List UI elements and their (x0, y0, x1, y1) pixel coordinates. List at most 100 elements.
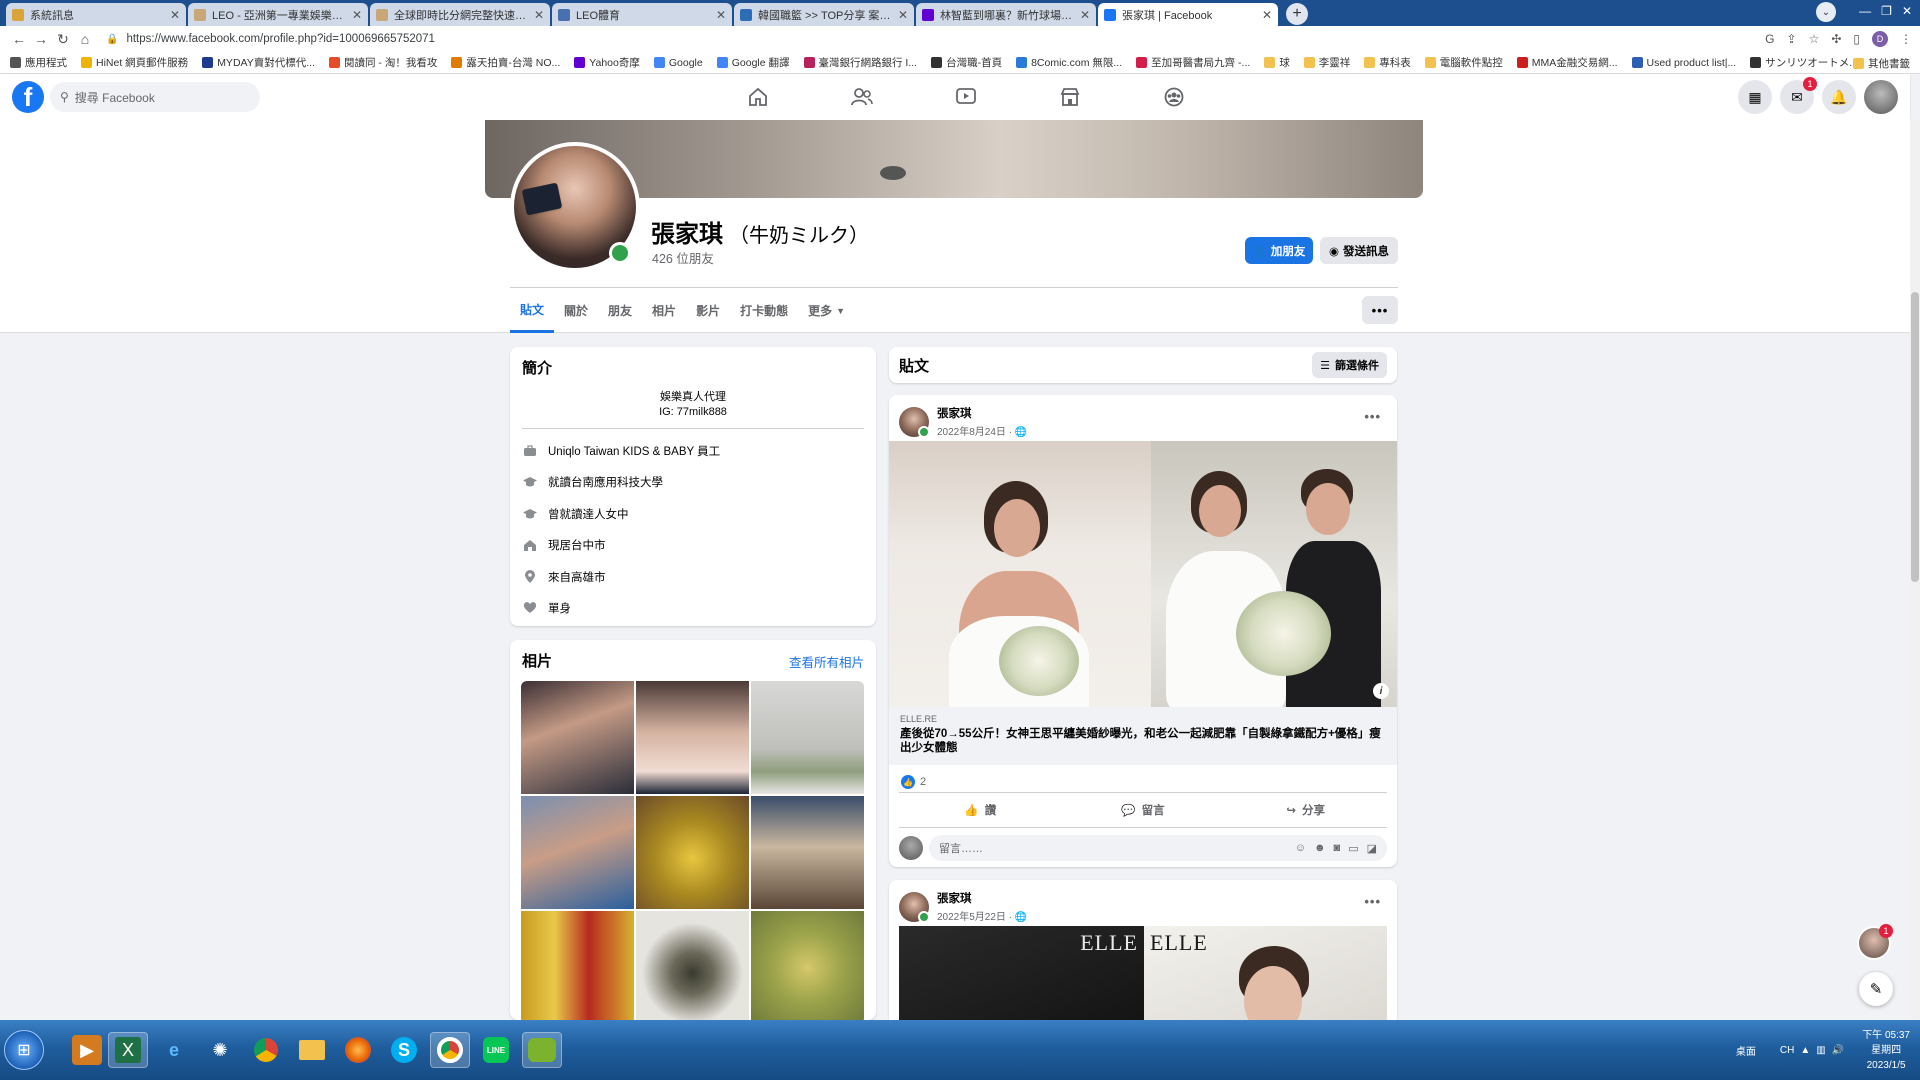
browser-tab[interactable]: 林智藍到哪裏？新竹球場錶失去 ✕ (916, 3, 1096, 26)
bookmark-item[interactable]: Yahoo奇摩 (574, 55, 640, 70)
comment-button[interactable]: 💬 留言 (1062, 793, 1225, 827)
profile-tab[interactable]: 關於 (554, 288, 598, 333)
browser-tab[interactable]: 韓國職籃 >> TOP分享 案場VS ✕ (734, 3, 914, 26)
clock[interactable]: 下午 05:37 星期四 2023/1/5 (1862, 1028, 1910, 1073)
account-avatar[interactable] (1864, 80, 1898, 114)
excel-icon[interactable]: X (108, 1032, 148, 1068)
close-tab-icon[interactable]: ✕ (170, 8, 180, 22)
bookmark-item[interactable]: 8Comic.com 無限... (1016, 55, 1122, 70)
forward-icon[interactable]: → (30, 31, 52, 47)
post-author-name[interactable]: 張家琪 (937, 405, 1027, 421)
browser-tab[interactable]: 張家琪 | Facebook ✕ (1098, 3, 1278, 26)
file-explorer-icon[interactable] (292, 1032, 332, 1068)
photo-thumbnail[interactable] (636, 911, 749, 1020)
photo-thumbnail[interactable] (521, 911, 634, 1020)
bookmark-item[interactable]: 至加哥醫書局九齊 -... (1136, 55, 1250, 70)
bookmark-item[interactable]: Google (653, 55, 703, 70)
send-message-button[interactable]: ◉ 發送訊息 (1320, 237, 1398, 264)
add-friend-button[interactable]: 👤 加朋友 (1245, 237, 1313, 264)
skype-icon[interactable]: S (384, 1032, 424, 1068)
bookmark-item[interactable]: 閱讀同 - 淘！我看攻 (329, 55, 437, 70)
bookmark-item[interactable]: 應用程式 (10, 55, 67, 70)
firefox-icon[interactable] (338, 1032, 378, 1068)
nav-watch-icon[interactable] (914, 74, 1018, 120)
camera-icon[interactable]: ◙ (1334, 842, 1341, 855)
new-tab-button[interactable]: + (1286, 3, 1308, 25)
browser-tab[interactable]: LEO - 亞洲第一專業娛樂品牌 - ✕ (188, 3, 368, 26)
profile-more-options-button[interactable]: ••• (1362, 296, 1398, 324)
windows-start-button[interactable]: ⊞ (4, 1030, 44, 1070)
see-all-photos-link[interactable]: 查看所有相片 (789, 652, 864, 671)
bookmark-item[interactable]: 球 (1264, 55, 1290, 70)
comment-input[interactable]: 留言…… ☺ ☻ ◙ ▭ ◪ (929, 835, 1387, 861)
post-options-icon[interactable]: ••• (1364, 894, 1381, 909)
nav-friends-icon[interactable] (810, 74, 914, 120)
link-preview-text[interactable]: ELLE.RE 產後從70→55公斤！女神王思平纏美婚紗曝光，和老公一起減肥靠「… (889, 707, 1397, 765)
share-button[interactable]: ↪ 分享 (1224, 793, 1387, 827)
facebook-search-input[interactable]: ⚲ 搜尋 Facebook (50, 82, 260, 112)
sidebar-icon[interactable]: ▯ (1853, 32, 1860, 46)
photo-thumbnail[interactable] (521, 796, 634, 909)
like-button[interactable]: 👍 讚 (899, 793, 1062, 827)
close-tab-icon[interactable]: ✕ (352, 8, 362, 22)
profile-tab[interactable]: 更多 ▼ (798, 288, 855, 333)
home-icon[interactable]: ⌂ (74, 31, 96, 47)
show-hidden-icons-icon[interactable]: ▲ (1800, 1045, 1810, 1056)
close-tab-icon[interactable]: ✕ (534, 8, 544, 22)
bookmark-item[interactable]: HiNet 網頁郵件服務 (81, 55, 188, 70)
profile-tab[interactable]: 影片 (686, 288, 730, 333)
friend-count[interactable]: 426 位朋友 (652, 248, 714, 267)
new-message-compose-icon[interactable]: ✎ (1859, 972, 1893, 1006)
emoji-icon[interactable]: ☻ (1314, 842, 1326, 855)
nav-groups-icon[interactable] (1122, 74, 1226, 120)
avatar-sticker-icon[interactable]: ☺ (1295, 842, 1306, 855)
share-icon[interactable]: ⇪ (1787, 32, 1797, 46)
wechat-icon[interactable] (522, 1032, 562, 1068)
post-author-avatar[interactable] (899, 891, 930, 923)
photo-thumbnail[interactable] (636, 796, 749, 909)
maximize-icon[interactable]: ❐ (1881, 4, 1892, 18)
google-translate-icon[interactable]: G (1765, 32, 1774, 46)
chrome-alt-icon[interactable] (246, 1032, 286, 1068)
nav-marketplace-icon[interactable] (1018, 74, 1122, 120)
bookmark-item[interactable]: MMA金融交易網... (1516, 55, 1618, 70)
photo-thumbnail[interactable] (751, 681, 864, 794)
filter-button[interactable]: ☰ 篩選條件 (1312, 352, 1387, 378)
profile-tab[interactable]: 朋友 (598, 288, 642, 333)
back-icon[interactable]: ← (8, 31, 30, 47)
tab-search-icon[interactable]: ⌄ (1816, 2, 1836, 22)
reaction-summary[interactable]: 👍 2 (901, 775, 926, 789)
gif-icon[interactable]: ▭ (1348, 842, 1358, 855)
bookmark-item[interactable]: 電腦軟件點控 (1424, 55, 1503, 70)
network-icon[interactable]: ▥ (1816, 1045, 1825, 1056)
browser-tab[interactable]: 全球即時比分網完整快速的提供 ✕ (370, 3, 550, 26)
close-window-icon[interactable]: ✕ (1902, 4, 1912, 18)
close-tab-icon[interactable]: ✕ (898, 8, 908, 22)
chat-head-avatar[interactable]: 1 (1857, 924, 1893, 960)
close-tab-icon[interactable]: ✕ (716, 8, 726, 22)
other-bookmarks[interactable]: 其他書籤 (1853, 56, 1910, 71)
browser-menu-icon[interactable]: ⋮ (1900, 32, 1912, 46)
post-date[interactable]: 2022年8月24日 · 🌐 (937, 423, 1027, 438)
extensions-icon[interactable]: ✣ (1831, 32, 1841, 46)
line-icon[interactable]: LINE (476, 1032, 516, 1068)
browser-tab[interactable]: LEO體育 ✕ (552, 3, 732, 26)
nav-home-icon[interactable] (706, 74, 810, 120)
url-field[interactable]: 🔒 https://www.facebook.com/profile.php?i… (106, 29, 1765, 49)
bookmark-item[interactable]: 臺灣銀行網路銀行 I... (803, 55, 917, 70)
facebook-logo-icon[interactable]: f (12, 81, 44, 113)
notifications-bell-icon[interactable]: 🔔 (1822, 80, 1856, 114)
menu-grid-icon[interactable]: ▦ (1738, 80, 1772, 114)
bookmark-item[interactable]: 李靈祥 (1303, 55, 1350, 70)
bookmark-item[interactable]: Used product list|... (1631, 55, 1736, 70)
messenger-icon[interactable]: ✉ 1 (1780, 77, 1817, 114)
reload-icon[interactable]: ↻ (52, 31, 74, 48)
profile-avatar-icon[interactable]: D (1872, 31, 1888, 47)
chrome-icon[interactable] (430, 1032, 470, 1068)
bookmark-item[interactable]: 台灣職-首頁 (931, 55, 1002, 70)
media-player-icon[interactable]: ▶ (72, 1035, 102, 1065)
browser-tab[interactable]: 系統訊息 ✕ (6, 3, 186, 26)
volume-icon[interactable]: 🔊 (1832, 1045, 1844, 1056)
bookmark-item[interactable]: MYDAY賣對代標代... (202, 55, 315, 70)
post-author-avatar[interactable] (899, 406, 930, 438)
